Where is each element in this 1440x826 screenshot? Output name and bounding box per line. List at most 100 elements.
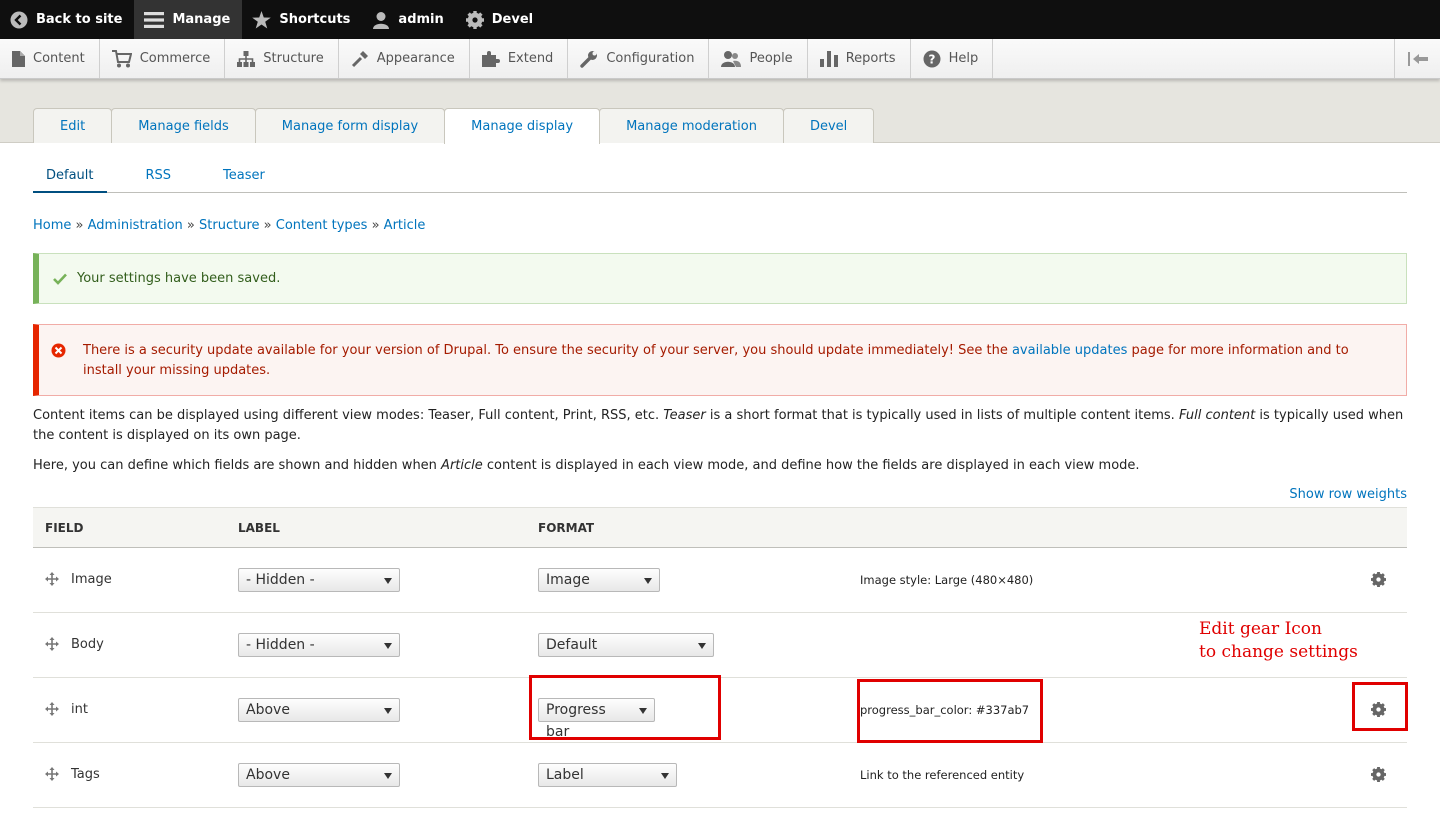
tab-devel[interactable]: Devel — [782, 108, 875, 143]
description-paragraph-2: Here, you can define which fields are sh… — [33, 456, 1413, 476]
breadcrumb-separator: » — [371, 218, 380, 233]
menu-item-label: Configuration — [606, 51, 695, 66]
menu-icon — [144, 11, 165, 28]
tab-manage-fields[interactable]: Manage fields — [111, 108, 256, 143]
menu-item-label: Reports — [845, 51, 896, 66]
back-to-site-label: Back to site — [36, 12, 123, 27]
annotation-box-format — [529, 675, 721, 740]
menu-item-reports[interactable]: Reports — [808, 39, 911, 78]
header-field: FIELD — [45, 521, 84, 535]
wrench-icon — [580, 50, 598, 68]
help-icon: ? — [923, 50, 941, 67]
cart-icon — [111, 49, 132, 67]
error-text-before: There is a security update available for… — [83, 343, 1012, 358]
orientation-toggle[interactable] — [1394, 39, 1440, 78]
shortcuts-label: Shortcuts — [279, 12, 351, 27]
annotation-line-1: Edit gear Icon — [1199, 619, 1322, 639]
back-arrow-icon — [10, 11, 28, 28]
format-select[interactable]: Label — [538, 763, 677, 787]
gear-icon[interactable] — [1371, 572, 1386, 587]
tab-manage-display[interactable]: Manage display — [444, 108, 601, 144]
breadcrumb-structure[interactable]: Structure — [199, 218, 259, 233]
menu-item-label: People — [749, 51, 793, 66]
field-name: Image — [71, 572, 112, 587]
user-icon — [373, 11, 390, 29]
breadcrumb-separator: » — [186, 218, 195, 233]
subtab-default[interactable]: Default — [33, 163, 107, 193]
menu-item-appearance[interactable]: Appearance — [339, 39, 470, 78]
shortcuts-tab[interactable]: Shortcuts — [242, 0, 362, 39]
drag-handle-icon[interactable] — [45, 767, 59, 781]
status-message-text: Your settings have been saved. — [77, 271, 281, 286]
menu-item-help[interactable]: ? Help — [911, 39, 994, 78]
gear-icon[interactable] — [1371, 767, 1386, 782]
breadcrumb-content-types[interactable]: Content types — [276, 218, 368, 233]
menu-item-extend[interactable]: Extend — [470, 39, 569, 78]
description-text: Content items can be displayed using dif… — [33, 408, 664, 423]
structure-icon — [237, 50, 256, 67]
primary-tabs: Edit Manage fields Manage form display M… — [33, 108, 875, 144]
breadcrumb-home[interactable]: Home — [33, 218, 71, 233]
gear-icon — [465, 10, 484, 29]
breadcrumb-separator: » — [263, 218, 272, 233]
document-icon — [12, 50, 25, 67]
secondary-tabs: Default RSS Teaser — [33, 163, 1407, 193]
annotation-box-summary — [857, 679, 1043, 743]
error-icon — [51, 343, 66, 358]
menu-item-label: Appearance — [376, 51, 455, 66]
subtab-rss[interactable]: RSS — [133, 163, 185, 192]
drag-handle-icon[interactable] — [45, 572, 59, 586]
manage-tab[interactable]: Manage — [134, 0, 243, 39]
format-select[interactable]: Image — [538, 568, 660, 592]
annotation-box-gear — [1352, 682, 1408, 731]
menu-item-label: Commerce — [139, 51, 211, 66]
label-select[interactable]: Above — [238, 698, 400, 722]
available-updates-link[interactable]: available updates — [1012, 343, 1127, 358]
devel-tab[interactable]: Devel — [456, 0, 545, 39]
description-text: is a short format that is typically used… — [705, 408, 1179, 423]
description-paragraph-1: Content items can be displayed using dif… — [33, 406, 1413, 446]
user-label: admin — [398, 12, 444, 27]
format-summary: Image style: Large (480×480) — [860, 573, 1034, 587]
breadcrumb: Home » Administration » Structure » Cont… — [33, 218, 425, 233]
subtab-teaser[interactable]: Teaser — [210, 163, 278, 192]
annotation-note: Edit gear Icon to change settings — [1199, 618, 1358, 664]
back-to-site-link[interactable]: Back to site — [0, 0, 134, 39]
svg-text:?: ? — [928, 52, 935, 66]
header-label: LABEL — [238, 521, 280, 535]
format-select[interactable]: Default — [538, 633, 714, 657]
label-select[interactable]: - Hidden - — [238, 633, 400, 657]
breadcrumb-article[interactable]: Article — [384, 218, 426, 233]
menu-item-label: Content — [33, 51, 85, 66]
show-row-weights-link[interactable]: Show row weights — [1289, 487, 1407, 502]
header-format: FORMAT — [538, 521, 595, 535]
tab-manage-moderation[interactable]: Manage moderation — [599, 108, 784, 143]
annotation-line-2: to change settings — [1199, 642, 1358, 662]
admin-toolbar: Back to site Manage Shortcuts admin Deve… — [0, 0, 1440, 39]
menu-item-structure[interactable]: Structure — [225, 39, 339, 78]
menu-item-label: Help — [948, 51, 979, 66]
description-text: Here, you can define which fields are sh… — [33, 458, 442, 473]
menu-item-content[interactable]: Content — [0, 39, 100, 78]
label-select[interactable]: - Hidden - — [238, 568, 400, 592]
description-emphasis: Full content — [1178, 408, 1256, 423]
tab-manage-form-display[interactable]: Manage form display — [254, 108, 446, 143]
admin-menu-tray: Content Commerce Structure Appearance Ex… — [0, 39, 1440, 79]
drag-handle-icon[interactable] — [45, 637, 59, 651]
label-select[interactable]: Above — [238, 763, 400, 787]
people-icon — [721, 50, 742, 67]
error-message: There is a security update available for… — [33, 324, 1407, 396]
description-text: content is displayed in each view mode, … — [482, 458, 1140, 473]
star-icon — [252, 10, 272, 29]
menu-item-people[interactable]: People — [709, 39, 808, 78]
drag-handle-icon[interactable] — [45, 702, 59, 716]
menu-item-configuration[interactable]: Configuration — [568, 39, 710, 78]
breadcrumb-separator: » — [75, 218, 84, 233]
table-row: Tags Above Label Link to the referenced … — [33, 743, 1407, 808]
status-message: Your settings have been saved. — [33, 253, 1407, 304]
breadcrumb-administration[interactable]: Administration — [88, 218, 183, 233]
tab-edit[interactable]: Edit — [33, 108, 113, 143]
field-name: Body — [71, 637, 104, 652]
menu-item-commerce[interactable]: Commerce — [100, 39, 226, 78]
user-tab[interactable]: admin — [362, 0, 455, 39]
